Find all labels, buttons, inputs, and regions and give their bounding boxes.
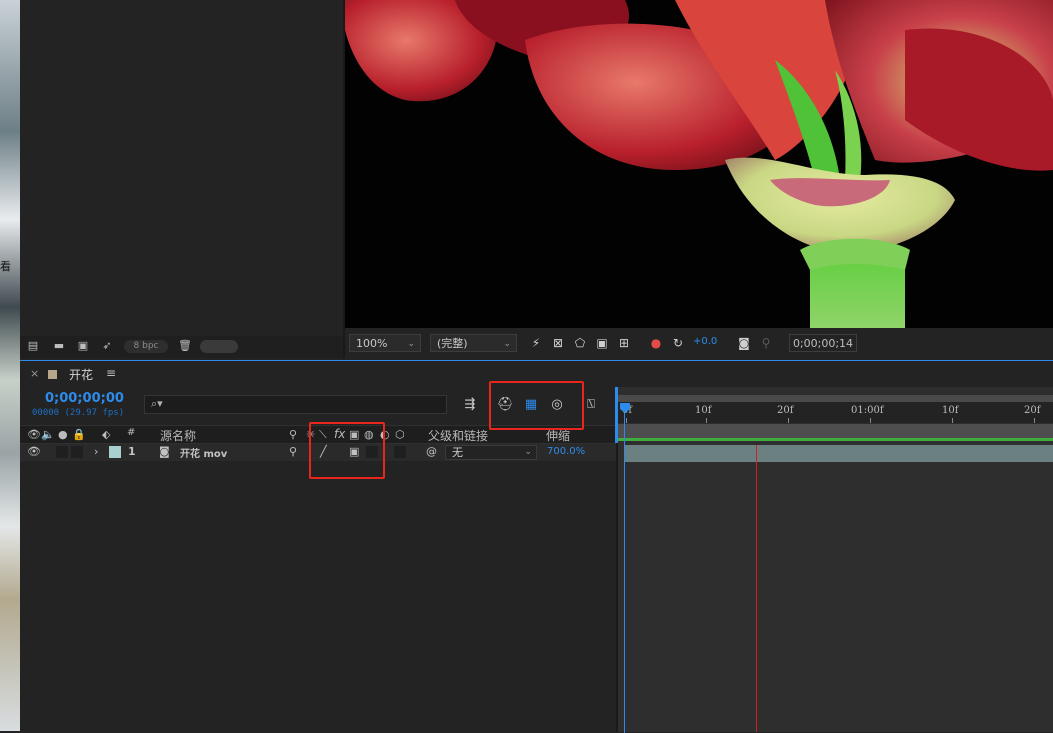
shy-switch-icon[interactable]: ⚲ (289, 428, 297, 441)
desktop-glyph: 看 (0, 260, 11, 273)
time-ruler[interactable]: 0f 10f 20f 01:00f 10f 20f (618, 402, 1053, 423)
composition-viewer[interactable] (345, 0, 1053, 328)
current-time-display[interactable]: 0;00;00;00 (45, 391, 124, 406)
composition-flowchart-icon[interactable]: ⇶ (462, 397, 478, 413)
chevron-down-icon: ⌄ (407, 339, 415, 349)
tab-color-swatch (48, 370, 57, 379)
transparency-grid-icon[interactable]: ⊠ (551, 336, 565, 350)
ruler-tick (870, 418, 871, 423)
column-number: # (127, 427, 136, 438)
fast-previews-icon[interactable]: ⚡ (529, 336, 543, 350)
mask-visibility-icon[interactable]: ⬠ (573, 336, 587, 350)
trash-icon[interactable]: 🗑 (178, 340, 192, 351)
project-scroll-pill[interactable] (200, 340, 238, 353)
flower-footage-frame (345, 0, 1053, 328)
parent-dropdown[interactable]: 无 ⌄ (445, 445, 537, 460)
lock-checkbox[interactable] (71, 446, 83, 458)
bpc-button[interactable]: 8 bpc (124, 340, 168, 353)
column-source-name[interactable]: 源名称 (160, 427, 196, 444)
ruler-tick (706, 418, 707, 423)
label-icon[interactable]: ⬖ (102, 428, 110, 441)
show-snapshot-icon[interactable]: ⚲ (759, 336, 773, 350)
layer-number: 1 (128, 445, 136, 458)
new-composition-icon[interactable]: ▣ (76, 340, 90, 351)
graph-editor-icon[interactable]: ⍂ (583, 397, 599, 413)
guides-icon[interactable]: ⊞ (617, 336, 631, 350)
end-marker-line (756, 445, 757, 732)
pick-whip-icon[interactable]: @ (426, 445, 437, 458)
project-toolbar: ▤ ▬ ▣ ➶ 8 bpc 🗑 (20, 336, 343, 358)
video-toggle-icon[interactable]: 👁 (27, 428, 41, 441)
switches-highlight-box (489, 381, 584, 430)
ruler-label: 10f (942, 405, 959, 416)
project-panel: ▤ ▬ ▣ ➶ 8 bpc 🗑 (20, 0, 345, 358)
interpret-footage-icon[interactable]: ▤ (26, 340, 40, 351)
search-icon: ⌕▾ (151, 397, 163, 410)
stretch-value[interactable]: 700.0% (547, 446, 585, 457)
parent-value: 无 (452, 446, 463, 459)
viewer-toolbar: 100% ⌄ (完整) ⌄ ⚡ ⊠ ⬠ ▣ ⊞ ● ↻ +0.0 ◙ ⚲ 0;00;… (345, 330, 1053, 357)
chevron-down-icon: ⌄ (503, 339, 511, 349)
footage-file-icon: ◙ (159, 445, 170, 458)
layer-label-color[interactable] (109, 446, 121, 458)
composition-tab-title[interactable]: 开花 (69, 366, 93, 383)
ruler-tick (952, 418, 953, 423)
expand-chevron-icon[interactable]: › (94, 445, 98, 458)
frame-rate-display: 00000 (29.97 fps) (32, 408, 125, 418)
snapshot-icon[interactable]: ◙ (737, 336, 751, 350)
solo-icon[interactable]: ● (58, 428, 68, 441)
audio-toggle-icon[interactable]: 🔈 (41, 428, 55, 441)
ruler-label: 20f (1024, 405, 1041, 416)
time-navigator[interactable] (618, 395, 1053, 402)
ruler-tick (626, 418, 627, 423)
zoom-value: 100% (356, 337, 388, 350)
current-time-indicator-line (624, 413, 625, 733)
layer-duration-bar[interactable] (624, 445, 1053, 462)
work-area-bar[interactable] (618, 424, 1053, 438)
desktop-background: 看 (0, 0, 20, 731)
reset-exposure-icon[interactable]: ↻ (671, 336, 685, 350)
layer-search-input[interactable]: ⌕▾ (144, 395, 447, 414)
solo-checkbox[interactable] (56, 446, 68, 458)
render-queue-icon[interactable]: ➶ (100, 340, 114, 351)
panel-menu-icon[interactable]: ≡ (106, 366, 116, 380)
viewer-timecode[interactable]: 0;00;00;14 (789, 334, 857, 352)
render-cache-indicator (618, 438, 1053, 441)
resolution-value: (完整) (437, 337, 468, 350)
region-of-interest-icon[interactable]: ▣ (595, 336, 609, 350)
folder-icon[interactable]: ▬ (52, 340, 66, 351)
layer-switches-highlight-box (309, 422, 385, 479)
layer-name[interactable]: 开花 mov (180, 445, 227, 460)
shy-switch-icon[interactable]: ⚲ (289, 445, 297, 458)
video-toggle-icon[interactable]: 👁 (27, 445, 41, 458)
column-parent[interactable]: 父级和链接 (428, 427, 488, 444)
3d-layer-checkbox[interactable] (394, 446, 406, 458)
resolution-dropdown[interactable]: (完整) ⌄ (430, 334, 517, 352)
lock-icon[interactable]: 🔒 (72, 428, 86, 441)
3d-layer-icon[interactable]: ⬡ (395, 428, 405, 441)
close-tab-icon[interactable]: × (30, 367, 39, 380)
chevron-down-icon: ⌄ (524, 447, 532, 457)
ruler-label: 10f (695, 405, 712, 416)
ruler-tick (1034, 418, 1035, 423)
ruler-label: 20f (777, 405, 794, 416)
zoom-dropdown[interactable]: 100% ⌄ (349, 334, 421, 352)
color-channel-icon[interactable]: ● (649, 336, 663, 350)
time-graph[interactable]: 0f 10f 20f 01:00f 10f 20f (615, 387, 1053, 733)
exposure-value[interactable]: +0.0 (693, 336, 717, 347)
ruler-tick (788, 418, 789, 423)
ruler-label: 01:00f (851, 405, 884, 416)
